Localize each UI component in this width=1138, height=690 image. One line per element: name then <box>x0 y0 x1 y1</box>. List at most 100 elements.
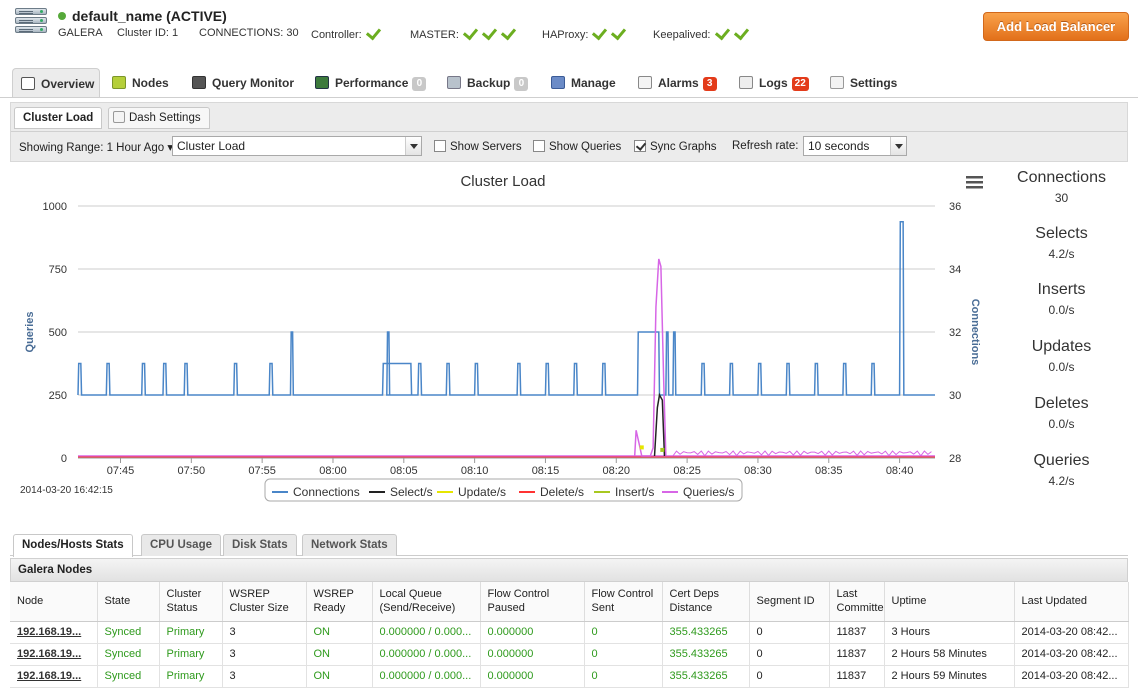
table-header-row: Node State Cluster Status WSREP Cluster … <box>10 582 1129 622</box>
chart-title: Cluster Load <box>460 173 545 190</box>
tab-logs[interactable]: Logs 22 <box>739 68 809 98</box>
show-queries-checkbox[interactable]: Show Queries <box>533 140 621 153</box>
table-row[interactable]: 192.168.19... Synced Primary 3 ON 0.000000 / … <box>10 643 1129 666</box>
table-cell[interactable]: 192.168.19... <box>10 665 98 688</box>
tab-settings[interactable]: Settings <box>830 68 897 98</box>
y2-tick-label: 36 <box>949 201 961 213</box>
col-uptime[interactable]: Uptime <box>884 582 1015 622</box>
tab-network-stats[interactable]: Network Stats <box>302 534 397 556</box>
table-cell: 2 Hours 58 Minutes <box>884 643 1015 666</box>
stat-inserts: Inserts 0.0/s <box>1037 281 1086 317</box>
table-cell: 0 <box>584 621 663 644</box>
tab-nodes[interactable]: Nodes <box>112 68 169 98</box>
graph-toolbar: Showing Range: 1 Hour Ago ▾ Cluster Load… <box>11 131 1127 161</box>
tab-cpu-usage[interactable]: CPU Usage <box>141 534 221 556</box>
connections-count: CONNECTIONS: 30 <box>199 27 299 39</box>
keepalived-status: Keepalived: <box>653 27 749 41</box>
tab-query-monitor[interactable]: Query Monitor <box>192 68 294 98</box>
backup-badge: 0 <box>514 77 529 91</box>
range-dropdown[interactable]: Showing Range: 1 Hour Ago ▾ <box>19 140 173 154</box>
manage-icon <box>551 76 565 89</box>
checkbox-icon <box>434 140 446 152</box>
col-cluster-status[interactable]: Cluster Status <box>159 582 223 622</box>
table-cell: 0.000000 / 0.000... <box>372 665 481 688</box>
add-load-balancer-button[interactable]: Add Load Balancer <box>983 12 1129 41</box>
tab-performance[interactable]: Performance 0 <box>315 68 427 98</box>
y2-tick-label: 30 <box>949 390 961 402</box>
tab-overview[interactable]: Overview <box>12 68 100 98</box>
table-cell: 2014-03-20 08:42... <box>1014 621 1129 644</box>
subtab-dash-settings[interactable]: Dash Settings <box>108 107 210 129</box>
table-cell: ON <box>306 665 373 688</box>
table-row[interactable]: 192.168.19... Synced Primary 3 ON 0.000000 / … <box>10 621 1129 644</box>
table-cell: 2014-03-20 08:42... <box>1014 643 1129 666</box>
series-queries-tail <box>672 450 932 457</box>
stat-deletes: Deletes 0.0/s <box>1034 395 1089 431</box>
legend-item: Delete/s <box>540 485 584 499</box>
checkbox-icon <box>533 140 545 152</box>
x-tick-label: 08:00 <box>319 465 347 477</box>
table-cell: Synced <box>97 643 160 666</box>
table-cell: 3 <box>222 643 307 666</box>
chart-menu-icon <box>966 186 983 189</box>
table-cell: 0 <box>584 643 663 666</box>
tab-backup[interactable]: Backup 0 <box>447 68 529 98</box>
stat-connections: Connections 30 <box>1017 169 1106 205</box>
y-tick-label: 1000 <box>43 201 67 213</box>
check-icon <box>462 27 478 39</box>
table-cell[interactable]: 192.168.19... <box>10 621 98 644</box>
col-last-updated[interactable]: Last Updated <box>1014 582 1129 622</box>
col-local-queue[interactable]: Local Queue (Send/Receive) <box>372 582 481 622</box>
col-segment-id[interactable]: Segment ID <box>749 582 830 622</box>
tab-alarms[interactable]: Alarms 3 <box>638 68 717 98</box>
col-cert-deps-distance[interactable]: Cert Deps Distance <box>662 582 750 622</box>
table-row[interactable]: 192.168.19... Synced Primary 3 ON 0.000000 / … <box>10 665 1129 688</box>
refresh-rate-select[interactable]: 10 seconds <box>803 136 907 156</box>
tab-disk-stats[interactable]: Disk Stats <box>223 534 297 556</box>
col-wsrep-ready[interactable]: WSREP Ready <box>306 582 373 622</box>
col-last-committed[interactable]: Last Committe <box>829 582 885 622</box>
y-tick-label: 500 <box>49 327 67 339</box>
cluster-id: Cluster ID: 1 <box>117 27 179 39</box>
tab-nodes-hosts-stats[interactable]: Nodes/Hosts Stats <box>13 534 133 557</box>
series-update-marker <box>639 445 644 450</box>
table-cell: 2 Hours 59 Minutes <box>884 665 1015 688</box>
stat-queries: Queries 4.2/s <box>1033 452 1090 488</box>
sync-graphs-checkbox[interactable]: Sync Graphs <box>634 140 716 153</box>
logs-icon <box>739 76 753 89</box>
x-tick-label: 08:40 <box>886 465 914 477</box>
table-cell: 11837 <box>829 621 885 644</box>
cluster-title: default_name (ACTIVE) <box>58 8 227 24</box>
table-cell: Synced <box>97 665 160 688</box>
col-node[interactable]: Node <box>10 582 98 622</box>
x-tick-label: 08:20 <box>603 465 631 477</box>
show-servers-checkbox[interactable]: Show Servers <box>434 140 522 153</box>
check-icon <box>481 27 497 39</box>
status-dot-icon <box>58 12 66 20</box>
main-nav: Overview Nodes Query Monitor Performance… <box>0 66 1138 98</box>
col-flow-control-sent[interactable]: Flow Control Sent <box>584 582 663 622</box>
table-cell: 0.000000 <box>480 643 585 666</box>
check-icon <box>733 27 749 39</box>
table-cell[interactable]: 192.168.19... <box>10 643 98 666</box>
table-cell: 0.000000 <box>480 621 585 644</box>
performance-icon <box>315 76 329 89</box>
series-queries <box>633 258 667 457</box>
col-flow-control-paused[interactable]: Flow Control Paused <box>480 582 585 622</box>
col-state[interactable]: State <box>97 582 160 622</box>
table-cell: Synced <box>97 621 160 644</box>
subtab-cluster-load[interactable]: Cluster Load <box>14 107 103 129</box>
table-cell: 355.433265 <box>662 621 750 644</box>
overview-icon <box>21 77 35 90</box>
y2-tick-label: 32 <box>949 327 961 339</box>
galera-nodes-title: Galera Nodes <box>10 558 1128 582</box>
table-cell: 0 <box>749 621 830 644</box>
graph-select[interactable]: Cluster Load <box>172 136 422 156</box>
y2-tick-label: 28 <box>949 453 961 465</box>
y2-tick-label: 34 <box>949 264 961 276</box>
check-icon <box>365 27 381 39</box>
legend-item: Queries/s <box>683 485 734 499</box>
refresh-label: Refresh rate: <box>732 140 799 152</box>
col-wsrep-cluster-size[interactable]: WSREP Cluster Size <box>222 582 307 622</box>
tab-manage[interactable]: Manage <box>551 68 616 98</box>
